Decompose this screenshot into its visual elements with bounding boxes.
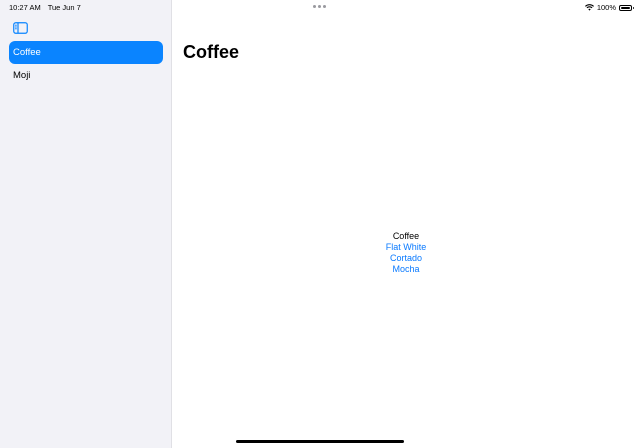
sidebar-toggle-icon[interactable] xyxy=(13,21,28,34)
sidebar-item-label: Coffee xyxy=(13,47,41,58)
sidebar-item-moji[interactable]: Moji xyxy=(9,64,163,87)
battery-icon xyxy=(619,4,634,11)
link-cortado[interactable]: Cortado xyxy=(172,253,640,264)
battery-percent: 100% xyxy=(596,3,616,12)
sidebar: 10:27 AM Tue Jun 7 Coffee Moji xyxy=(0,0,172,448)
page-title: Coffee xyxy=(183,42,240,62)
status-date: Tue Jun 7 xyxy=(47,3,81,12)
sidebar-item-coffee[interactable]: Coffee xyxy=(9,41,163,64)
home-indicator[interactable] xyxy=(236,440,404,443)
detail-heading: Coffee xyxy=(392,231,420,241)
link-mocha[interactable]: Mocha xyxy=(172,264,640,275)
wifi-icon xyxy=(584,4,594,11)
status-bar-right: 100% xyxy=(584,3,634,12)
ipad-screen: 10:27 AM Tue Jun 7 Coffee Moji 100% Coff… xyxy=(0,0,640,448)
multitasking-dots-icon[interactable] xyxy=(313,5,326,8)
link-flat-white[interactable]: Flat White xyxy=(172,242,640,253)
detail-content: Coffee Flat White Cortado Mocha xyxy=(172,231,640,275)
status-time: 10:27 AM xyxy=(9,3,41,12)
status-bar-left: 10:27 AM Tue Jun 7 xyxy=(9,3,81,12)
sidebar-item-label: Moji xyxy=(13,70,31,81)
